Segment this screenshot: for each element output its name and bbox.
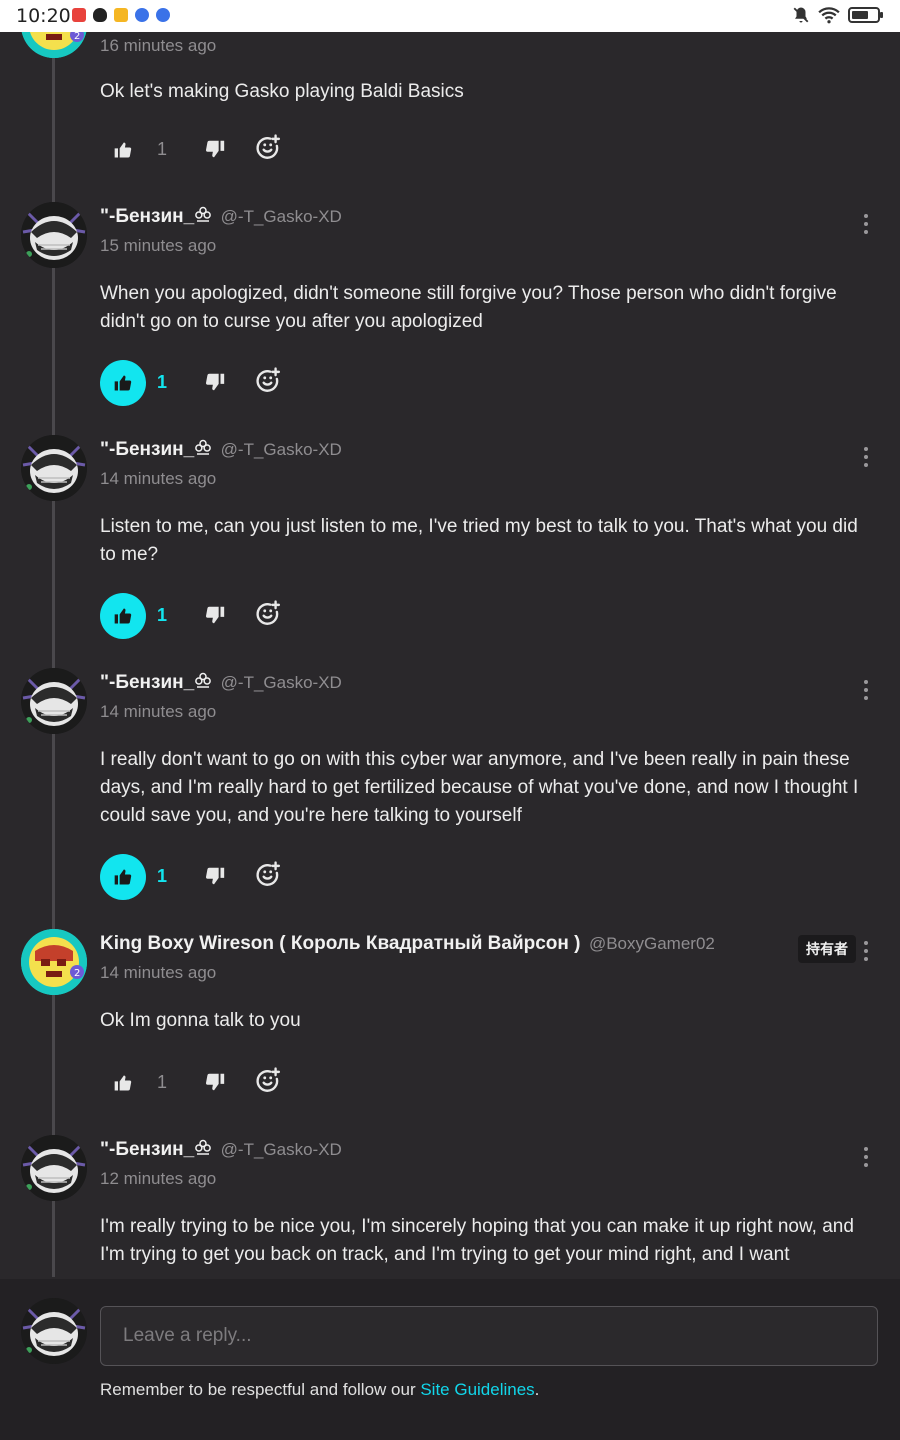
author-handle[interactable]: @-T_Gasko-XD	[221, 1140, 342, 1159]
comment-time: 15 minutes ago	[100, 236, 217, 255]
paw-icon	[135, 8, 149, 22]
avatar[interactable]	[21, 202, 87, 268]
clover-icon	[194, 206, 212, 224]
guidelines-end: .	[534, 1380, 540, 1399]
more-options-button[interactable]	[862, 941, 870, 961]
like-count: 1	[157, 866, 168, 886]
avatar[interactable]	[21, 668, 87, 734]
thumbs-up-icon	[113, 867, 133, 887]
like-count: 1	[157, 139, 168, 159]
current-user-avatar[interactable]	[21, 1298, 87, 1364]
thumbs-down-icon[interactable]	[204, 371, 226, 393]
guidelines-notice: Remember to be respectful and follow our…	[100, 1380, 539, 1400]
comment-text: When you apologized, didn't someone stil…	[100, 283, 837, 332]
site-guidelines-link[interactable]: Site Guidelines	[420, 1380, 534, 1399]
author-name[interactable]: "-Бензин_	[100, 206, 194, 227]
clover-icon	[194, 672, 212, 690]
more-options-button[interactable]	[862, 1147, 870, 1167]
author-handle[interactable]: @-T_Gasko-XD	[221, 440, 342, 459]
avatar[interactable]	[21, 435, 87, 501]
comment-text: Listen to me, can you just listen to me,…	[100, 516, 858, 565]
status-time: 10:20	[16, 5, 71, 27]
author-handle[interactable]: @BoxyGamer02	[589, 934, 715, 953]
comment-time: 14 minutes ago	[100, 702, 217, 721]
author-name[interactable]: "-Бензин_	[100, 439, 194, 460]
like-button[interactable]	[100, 127, 146, 173]
thumbs-up-icon	[113, 1073, 133, 1093]
like-count: 1	[157, 1072, 168, 1092]
reply-bar: Remember to be respectful and follow our…	[0, 1279, 900, 1440]
penguin-icon	[93, 8, 107, 22]
notification-icons	[72, 8, 170, 22]
author-handle[interactable]: @-T_Gasko-XD	[221, 673, 342, 692]
battery-icon	[848, 7, 883, 23]
add-reaction-icon[interactable]	[255, 600, 281, 626]
like-button[interactable]	[100, 360, 146, 406]
comment-time: 16 minutes ago	[100, 36, 217, 55]
like-button[interactable]	[100, 1060, 146, 1106]
comment-time: 14 minutes ago	[100, 469, 217, 488]
wifi-icon	[818, 7, 840, 24]
thumbs-down-icon[interactable]	[204, 604, 226, 626]
like-count: 1	[157, 605, 168, 625]
comment-text: I'm really trying to be nice you, I'm si…	[100, 1216, 854, 1265]
author-name[interactable]: "-Бензин_	[100, 672, 194, 693]
avatar[interactable]	[21, 929, 87, 995]
more-options-button[interactable]	[862, 214, 870, 234]
app-notification-icon	[72, 8, 86, 22]
comment-header: "-Бензин_ @-T_Gasko-XD	[100, 206, 342, 228]
add-reaction-icon[interactable]	[255, 861, 281, 887]
owner-badge: 持有者	[798, 935, 856, 963]
thumbs-down-icon[interactable]	[204, 865, 226, 887]
add-reaction-icon[interactable]	[255, 367, 281, 393]
reply-input[interactable]	[100, 1306, 878, 1366]
like-button[interactable]	[100, 593, 146, 639]
clover-icon	[194, 1139, 212, 1157]
author-name[interactable]: King Boxy Wireson ( Король Квадратный Ва…	[100, 933, 581, 954]
add-reaction-icon[interactable]	[255, 134, 281, 160]
comment-header: King Boxy Wireson ( Король Квадратный Ва…	[100, 933, 715, 955]
comment-header: "-Бензин_ @-T_Gasko-XD	[100, 1139, 342, 1161]
thumbs-up-icon	[113, 606, 133, 626]
system-icons	[792, 6, 884, 24]
paw-icon	[156, 8, 170, 22]
more-options-button[interactable]	[862, 680, 870, 700]
comment-header: "-Бензин_ @-T_Gasko-XD	[100, 439, 342, 461]
status-bar: 10:20	[0, 0, 900, 32]
comment-text: Ok Im gonna talk to you	[100, 1010, 301, 1031]
like-button[interactable]	[100, 854, 146, 900]
thumbs-down-icon[interactable]	[204, 138, 226, 160]
comment-time: 14 minutes ago	[100, 963, 217, 982]
add-reaction-icon[interactable]	[255, 1067, 281, 1093]
thumbs-down-icon[interactable]	[204, 1071, 226, 1093]
author-name[interactable]: "-Бензин_	[100, 1139, 194, 1160]
like-count: 1	[157, 372, 168, 392]
comment-time: 12 minutes ago	[100, 1169, 217, 1188]
thumbs-up-icon	[113, 373, 133, 393]
guidelines-text: Remember to be respectful and follow our	[100, 1380, 421, 1399]
comment-text: Ok let's making Gasko playing Baldi Basi…	[100, 81, 464, 102]
mail-icon	[114, 8, 128, 22]
avatar[interactable]	[21, 1135, 87, 1201]
thumbs-up-icon	[113, 140, 133, 160]
comment-text: I really don't want to go on with this c…	[100, 749, 859, 826]
mute-icon	[793, 7, 809, 23]
comment-header: "-Бензин_ @-T_Gasko-XD	[100, 672, 342, 694]
more-options-button[interactable]	[862, 447, 870, 467]
clover-icon	[194, 439, 212, 457]
author-handle[interactable]: @-T_Gasko-XD	[221, 207, 342, 226]
